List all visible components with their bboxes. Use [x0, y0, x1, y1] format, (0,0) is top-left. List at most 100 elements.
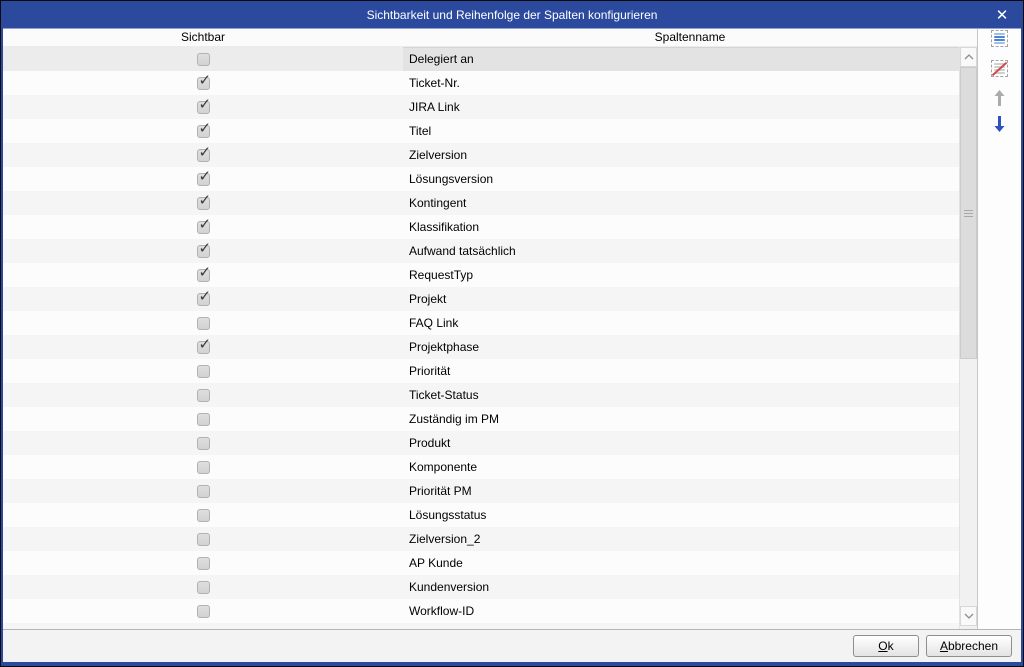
visibility-checkbox[interactable] — [197, 197, 210, 210]
table-row[interactable]: Produkt — [3, 431, 959, 455]
scroll-up-button[interactable] — [960, 47, 977, 67]
table-row[interactable]: RequestTyp — [3, 263, 959, 287]
visibility-checkbox[interactable] — [197, 125, 210, 138]
column-name-label: Produkt — [403, 431, 959, 455]
column-name-label: Zielversion — [403, 143, 959, 167]
close-button[interactable]: ✕ — [989, 1, 1015, 28]
visibility-checkbox[interactable] — [197, 509, 210, 522]
column-name-label: Ticket-Status — [403, 383, 959, 407]
checkbox-cell — [3, 575, 403, 599]
table-row[interactable]: AP Kunde — [3, 551, 959, 575]
table-row[interactable]: Kontingent — [3, 191, 959, 215]
checkbox-cell — [3, 335, 403, 359]
table-header-row: Sichtbar Spaltenname — [3, 29, 977, 47]
checkbox-cell — [3, 479, 403, 503]
move-up-button[interactable] — [990, 88, 1009, 107]
table-row[interactable]: Zuständig im PM — [3, 407, 959, 431]
column-header-sichtbar: Sichtbar — [3, 29, 403, 46]
visibility-checkbox[interactable] — [197, 605, 210, 618]
thumb-grip-icon — [964, 208, 973, 219]
checkbox-cell — [3, 527, 403, 551]
column-name-label: Lösungsstatus — [403, 503, 959, 527]
visibility-checkbox[interactable] — [197, 221, 210, 234]
ok-button[interactable]: Ok — [853, 635, 919, 657]
visibility-checkbox[interactable] — [197, 557, 210, 570]
checkbox-cell — [3, 383, 403, 407]
visibility-checkbox[interactable] — [197, 101, 210, 114]
table-row[interactable]: Komponente — [3, 455, 959, 479]
column-name-label: Aufwand tatsächlich — [403, 239, 959, 263]
column-name-label: FAQ Link — [403, 311, 959, 335]
column-name-label: Ticket-Nr. — [403, 71, 959, 95]
column-name-label: Projektphase — [403, 335, 959, 359]
visibility-checkbox[interactable] — [197, 269, 210, 282]
visibility-checkbox[interactable] — [197, 389, 210, 402]
dialog-title: Sichtbarkeit und Reihenfolge der Spalten… — [367, 8, 658, 22]
column-name-label: Priorität — [403, 359, 959, 383]
cancel-button[interactable]: Abbrechen — [926, 635, 1012, 657]
visibility-checkbox[interactable] — [197, 53, 210, 66]
table-row[interactable]: Zielversion_2 — [3, 527, 959, 551]
table-row[interactable]: Ticket-Status — [3, 383, 959, 407]
table-row[interactable]: Aufwand tatsächlich — [3, 239, 959, 263]
visibility-checkbox[interactable] — [197, 365, 210, 378]
rows-container: Delegiert an Ticket-Nr. JIRA Link Titel … — [3, 47, 959, 629]
table-row[interactable]: Lösungsstatus — [3, 503, 959, 527]
table-row[interactable]: Kundenversion — [3, 575, 959, 599]
visibility-checkbox[interactable] — [197, 437, 210, 450]
move-down-button[interactable] — [990, 114, 1009, 133]
visibility-checkbox[interactable] — [197, 317, 210, 330]
deselect-all-button[interactable] — [990, 59, 1009, 78]
visibility-checkbox[interactable] — [197, 581, 210, 594]
column-list-panel: Sichtbar Spaltenname Delegiert an Ticket… — [3, 29, 978, 629]
scroll-thumb[interactable] — [960, 67, 977, 359]
table-row[interactable]: Klassifikation — [3, 215, 959, 239]
column-name-label: Lösungsversion — [403, 167, 959, 191]
table-row[interactable]: Projekt — [3, 287, 959, 311]
select-all-button[interactable] — [990, 29, 1009, 48]
visibility-checkbox[interactable] — [197, 413, 210, 426]
column-name-label: RequestTyp — [403, 263, 959, 287]
checkbox-cell — [3, 599, 403, 623]
checkbox-cell — [3, 455, 403, 479]
table-row[interactable]: Workflow-ID — [3, 599, 959, 623]
visibility-checkbox[interactable] — [197, 149, 210, 162]
visibility-checkbox[interactable] — [197, 173, 210, 186]
column-name-label: JIRA Link — [403, 95, 959, 119]
visibility-checkbox[interactable] — [197, 77, 210, 90]
column-name-label: AP Kunde — [403, 551, 959, 575]
checkbox-cell — [3, 623, 403, 629]
column-name-label: CP Kunde — [403, 623, 959, 629]
table-row[interactable]: Delegiert an — [3, 47, 959, 71]
visibility-checkbox[interactable] — [197, 245, 210, 258]
side-toolbar — [978, 29, 1021, 629]
move-up-icon — [994, 90, 1005, 106]
column-name-label: Delegiert an — [403, 47, 959, 71]
visibility-checkbox[interactable] — [197, 341, 210, 354]
checkbox-cell — [3, 287, 403, 311]
visibility-checkbox[interactable] — [197, 533, 210, 546]
visibility-checkbox[interactable] — [197, 629, 210, 630]
checkbox-cell — [3, 71, 403, 95]
column-name-label: Klassifikation — [403, 215, 959, 239]
table-row[interactable]: JIRA Link — [3, 95, 959, 119]
table-row[interactable]: Ticket-Nr. — [3, 71, 959, 95]
vertical-scrollbar[interactable] — [959, 47, 977, 629]
checkbox-cell — [3, 191, 403, 215]
visibility-checkbox[interactable] — [197, 293, 210, 306]
table-row[interactable]: CP Kunde — [3, 623, 959, 629]
table-row[interactable]: Zielversion — [3, 143, 959, 167]
table-row[interactable]: Priorität — [3, 359, 959, 383]
checkbox-cell — [3, 431, 403, 455]
visibility-checkbox[interactable] — [197, 485, 210, 498]
table-row[interactable]: Titel — [3, 119, 959, 143]
scroll-down-button[interactable] — [960, 606, 977, 626]
table-row[interactable]: FAQ Link — [3, 311, 959, 335]
select-all-icon — [991, 30, 1008, 47]
table-row[interactable]: Projektphase — [3, 335, 959, 359]
visibility-checkbox[interactable] — [197, 461, 210, 474]
column-name-label: Zielversion_2 — [403, 527, 959, 551]
checkbox-cell — [3, 263, 403, 287]
table-row[interactable]: Lösungsversion — [3, 167, 959, 191]
table-row[interactable]: Priorität PM — [3, 479, 959, 503]
